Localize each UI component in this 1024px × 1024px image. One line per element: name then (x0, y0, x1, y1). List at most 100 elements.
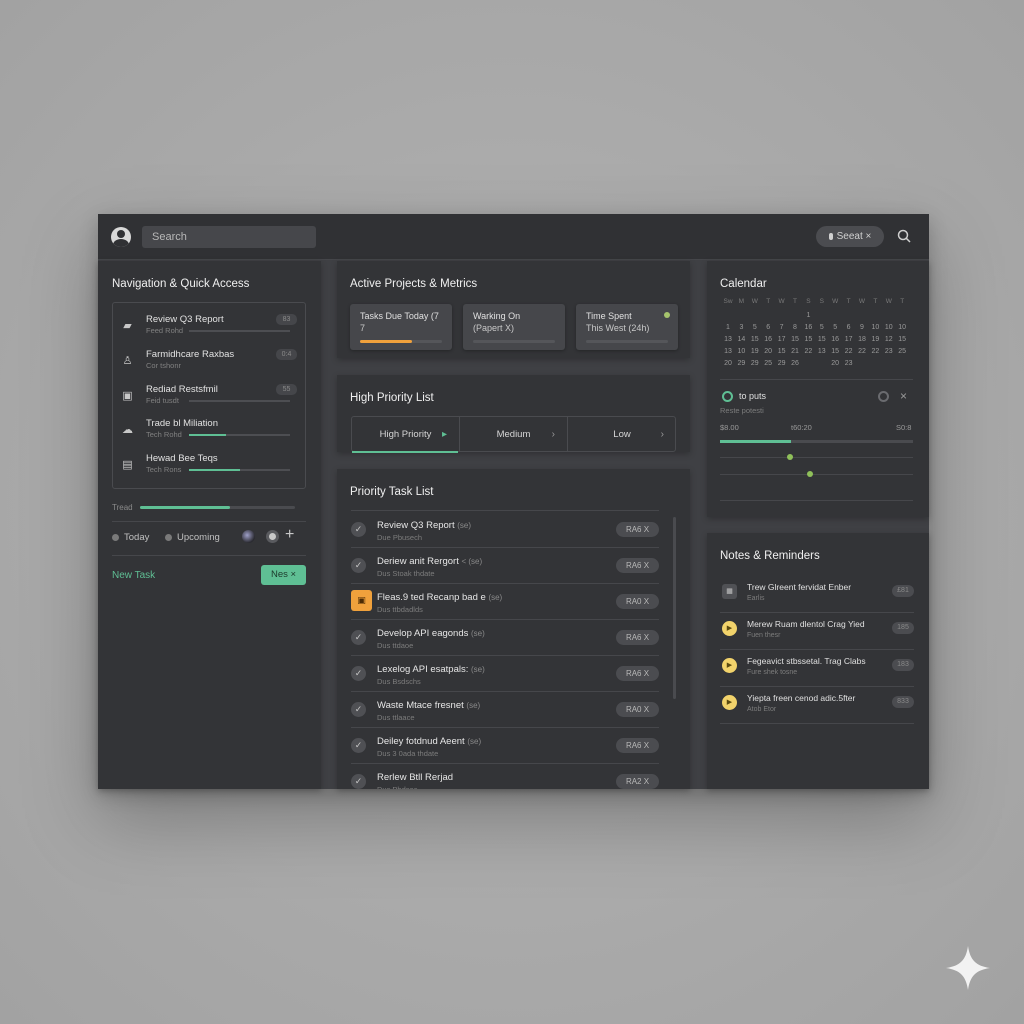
task-row[interactable]: ✓ Deriew anit Rergort < (se) Dus Stoak thd… (351, 548, 659, 584)
task-title-text: Waste Mtace fresnet (377, 700, 464, 711)
task-row[interactable]: ✓ Waste Mtace fresnet (se) Dus ttlaace RA0 … (351, 692, 659, 728)
top-bar: Seeat × (98, 214, 929, 260)
note-badge: £81 (892, 585, 914, 597)
tab-low[interactable]: Low › (568, 417, 676, 451)
task-title: Deriew anit Rergort < (se) (377, 556, 482, 567)
nav-item-farmidhcare[interactable]: ♙ Farmidhcare Raxbas Cor tshonr 0:4 (121, 349, 297, 379)
timeline-marker[interactable] (787, 454, 793, 460)
task-row[interactable]: ✓ Review Q3 Report (se) Due Pbusech RA6 X (351, 512, 659, 548)
note-item[interactable]: ▶ Yiepta freen cenod adic.5fter Atob Etor 8… (720, 687, 914, 724)
add-icon[interactable]: + (285, 527, 294, 543)
note-badge: 185 (892, 622, 914, 634)
check-icon[interactable]: ✓ (351, 522, 366, 537)
check-icon[interactable]: ✓ (351, 702, 366, 717)
task-tag[interactable]: RA6 X (616, 630, 659, 645)
clipboard-icon: ▤ (122, 459, 133, 471)
high-priority-panel: High Priority List High Priority ▸ Mediu… (337, 375, 690, 453)
tab-medium[interactable]: Medium › (460, 417, 568, 451)
search-input[interactable] (142, 226, 316, 248)
check-icon[interactable]: ✓ (351, 666, 366, 681)
timeline-row (720, 457, 913, 458)
check-icon[interactable]: ✓ (351, 774, 366, 789)
task-tag[interactable]: RA2 X (616, 774, 659, 789)
task-tag[interactable]: RA6 X (616, 666, 659, 681)
nav-item-rediad[interactable]: ▣ Rediad Restsfmil Feid tusdt 55 (121, 384, 297, 414)
new-task-label[interactable]: New Task (112, 570, 155, 581)
cloud-icon: ☁ (122, 424, 133, 436)
metric-card-tasks-due[interactable]: Tasks Due Today (7 7 (350, 304, 452, 350)
event-ring-icon[interactable] (722, 391, 733, 402)
check-icon[interactable]: ✓ (351, 738, 366, 753)
task-tag[interactable]: RA6 X (616, 738, 659, 753)
metric-card-time-spent[interactable]: Time Spent This West (24h) (576, 304, 678, 350)
time-start: $8.00 (720, 423, 739, 432)
task-tag[interactable]: RA6 X (616, 522, 659, 537)
metric-line1: Warking On (473, 311, 521, 321)
nav-item-label: Review Q3 Report (146, 314, 224, 325)
chat-icon: ▰ (123, 320, 132, 332)
calendar-day[interactable]: 23 (841, 360, 857, 367)
priority-segmented-control: High Priority ▸ Medium › Low › (351, 416, 676, 453)
nav-item-review-report[interactable]: ▰ Review Q3 Report Feed Rohd 83 (121, 314, 297, 344)
avatar[interactable] (111, 227, 131, 247)
filter-upcoming[interactable]: Upcoming (165, 532, 220, 543)
metric-progress (473, 340, 555, 343)
calendar-panel: Calendar Sw M W T W T S S W T W T W T 1 1 3 5 6 7 8 16 5 5 6 9 10 1… (707, 261, 929, 517)
calendar-day[interactable]: 10 (894, 324, 910, 331)
scrollbar[interactable] (673, 517, 676, 699)
task-title: Develop API eagonds (se) (377, 628, 485, 639)
search-icon[interactable] (897, 229, 911, 243)
nav-item-sub: Tech Rohd (146, 430, 182, 439)
task-row[interactable]: ✓ Rerlew Btll Rerjad Dus Pbdsec RA2 X (351, 764, 659, 789)
circle-icon[interactable] (878, 391, 889, 402)
nav-item-hewad[interactable]: ▤ Hewad Bee Teqs Tech Rons (121, 453, 297, 483)
metric-line1: Tasks Due Today (7 (360, 311, 439, 321)
check-icon[interactable]: ✓ (351, 558, 366, 573)
task-paren: (se) (471, 629, 485, 638)
task-row[interactable]: ▣ Fleas.9 ted Recanp bad e (se) Dus ttbdad… (351, 584, 659, 620)
divider (351, 510, 659, 511)
tab-high-priority[interactable]: High Priority ▸ (352, 417, 460, 453)
nav-item-progress (189, 469, 290, 471)
tab-label: Low (613, 428, 631, 440)
note-item[interactable]: ▶ Merew Ruam dlentol Crag Yied Fuen thesr 1… (720, 613, 914, 650)
task-tag[interactable]: RA0 X (616, 702, 659, 717)
calendar-day[interactable]: 1 (800, 312, 816, 319)
note-item[interactable]: ▶ Fegeavict stbssetal. Trag Clabs Fure she… (720, 650, 914, 687)
nav-item-badge: 0:4 (276, 349, 297, 360)
nav-item-trade-milestone[interactable]: ☁ Trade bl Miliation Tech Rohd (121, 418, 297, 448)
new-task-button[interactable]: Nes × (261, 565, 306, 585)
task-sub: Dus Pbdsec (377, 785, 417, 789)
task-tag[interactable]: RA0 X (616, 594, 659, 609)
calendar-day[interactable]: 26 (787, 360, 803, 367)
overall-progress-bar (140, 506, 295, 509)
nav-item-sub: Feid tusdt (146, 396, 179, 405)
task-row[interactable]: ✓ Deiley fotdnud Aeent (se) Dus 3 0ada thd… (351, 728, 659, 764)
voice-search-pill[interactable]: Seeat × (816, 226, 884, 247)
play-icon: ▶ (722, 658, 737, 673)
flag-icon[interactable]: ▣ (351, 590, 372, 611)
nav-list: ▰ Review Q3 Report Feed Rohd 83 ♙ Farmid… (112, 302, 306, 489)
task-sub: Dus ttbdadlds (377, 605, 423, 614)
pill-label: Seeat × (836, 231, 872, 242)
calendar-title: Calendar (720, 278, 767, 290)
calendar-day[interactable]: 15 (894, 336, 910, 343)
timeline-marker[interactable] (807, 471, 813, 477)
metric-card-working-on[interactable]: Warking On (Papert X) (463, 304, 565, 350)
nav-panel: Navigation & Quick Access ▰ Review Q3 Re… (98, 261, 321, 789)
note-title: Yiepta freen cenod adic.5fter (747, 693, 856, 703)
nav-item-label: Rediad Restsfmil (146, 384, 218, 395)
theme-toggle[interactable] (242, 530, 255, 543)
filter-today[interactable]: Today (112, 532, 149, 543)
calendar-day[interactable]: 25 (894, 348, 910, 355)
task-row[interactable]: ✓ Lexelog API esatpals: (se) Dus Bsdschs RA… (351, 656, 659, 692)
task-tag[interactable]: RA6 X (616, 558, 659, 573)
close-icon[interactable]: × (900, 389, 907, 403)
note-item[interactable]: ▦ Trew Glreent fervidat Enber Earlis £81 (720, 576, 914, 613)
timeline-row (720, 500, 913, 501)
check-icon[interactable]: ✓ (351, 630, 366, 645)
task-row[interactable]: ✓ Develop API eagonds (se) Dus ttdaoe RA6 X (351, 620, 659, 656)
notes-title: Notes & Reminders (720, 550, 820, 562)
divider (720, 379, 913, 380)
view-toggle[interactable] (266, 530, 279, 543)
